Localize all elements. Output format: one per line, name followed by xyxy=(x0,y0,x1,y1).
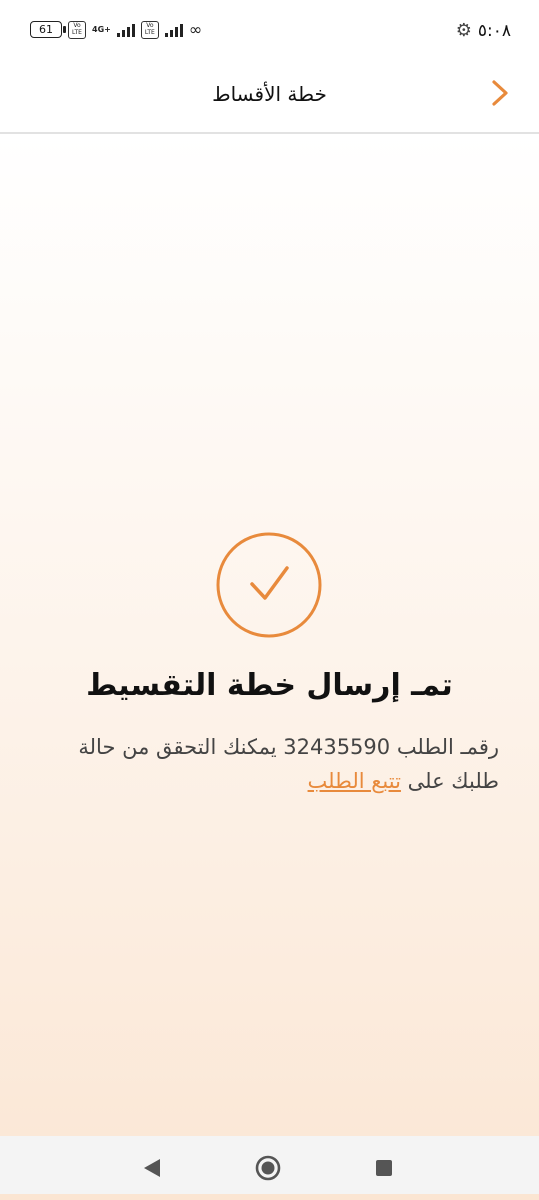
check-circle-icon xyxy=(216,532,322,638)
chevron-right-icon xyxy=(492,80,508,106)
recents-square-icon[interactable] xyxy=(370,1154,398,1182)
link-icon: ∞ xyxy=(188,20,203,39)
system-nav-bar xyxy=(0,1136,539,1200)
battery-icon: 61 xyxy=(30,21,66,38)
page-title: خطة الأقساط xyxy=(212,82,327,106)
gear-icon: ⚙ xyxy=(455,20,472,41)
clock-time: ٥:٠٨ xyxy=(477,20,511,41)
signal-icon-2 xyxy=(164,22,183,37)
back-button[interactable] xyxy=(483,76,517,110)
volte-icon-2: Vo LTE xyxy=(140,20,159,39)
nav-bottom-strip xyxy=(0,1194,539,1200)
success-message-text: رقمـ الطلب 32435590 يمكنك التحقق من حالة… xyxy=(78,735,499,793)
success-message: رقمـ الطلب 32435590 يمكنك التحقق من حالة… xyxy=(40,730,499,798)
app-header: خطة الأقساط xyxy=(0,62,539,134)
success-title: تمـ إرسال خطة التقسيط xyxy=(86,668,453,703)
track-order-link[interactable]: تتبع الطلب xyxy=(308,769,401,793)
volte-icon: Vo LTE xyxy=(68,20,86,39)
signal-icon xyxy=(116,22,135,37)
home-circle-icon[interactable] xyxy=(254,1154,282,1182)
battery-level: 61 xyxy=(39,23,53,36)
back-triangle-icon[interactable] xyxy=(138,1154,166,1182)
status-bar: 61 Vo LTE 4G+ Vo LTE ∞ ٥:٠٨ ⚙ xyxy=(0,0,539,62)
status-icons: 61 Vo LTE 4G+ Vo LTE ∞ xyxy=(30,20,202,39)
network-type: 4G+ xyxy=(92,25,111,34)
status-time-group: ٥:٠٨ ⚙ xyxy=(456,20,511,41)
